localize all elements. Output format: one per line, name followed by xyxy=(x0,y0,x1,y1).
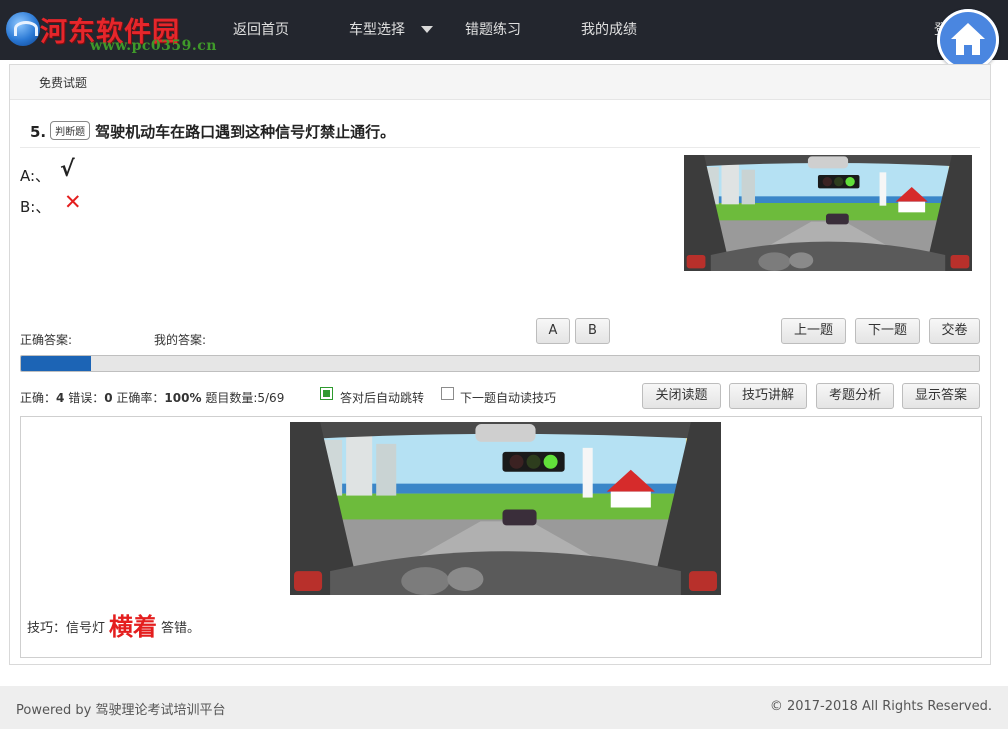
stat-count-label: 题目数量: xyxy=(205,391,258,405)
home-button[interactable] xyxy=(937,9,999,71)
choice-b-button[interactable]: B xyxy=(575,318,610,344)
submit-exam-button[interactable]: 交卷 xyxy=(929,318,980,344)
question-title: 5. 判断题 驾驶机动车在路口遇到这种信号灯禁止通行。 xyxy=(30,121,395,142)
panel-title: 免费试题 xyxy=(39,76,88,90)
explanation-image xyxy=(290,422,721,595)
nav-home-link[interactable]: 返回首页 xyxy=(233,0,289,60)
auto-read-tip-label[interactable]: 下一题自动读技巧 xyxy=(460,389,556,406)
progress-bar xyxy=(20,355,980,372)
score-stats: 正确：4 错误：0 正确率：100% 题目数量:5/69 xyxy=(20,389,284,406)
progress-fill xyxy=(21,356,91,371)
choice-a-button[interactable]: A xyxy=(536,318,570,344)
correct-answer-label: 正确答案: xyxy=(20,333,73,347)
logo-url: www.pc0359.cn xyxy=(90,38,217,54)
next-question-button[interactable]: 下一题 xyxy=(855,318,920,344)
chevron-down-icon[interactable] xyxy=(421,26,433,33)
show-answer-button[interactable]: 显示答案 xyxy=(902,383,980,409)
auto-jump-checkbox[interactable] xyxy=(320,387,333,400)
stat-wrong-label: 错误： xyxy=(68,391,105,405)
explanation-box: 技巧：信号灯 横着 答错。 xyxy=(20,416,982,658)
page-footer: Powered by 驾驶理论考试培训平台 © 2017-2018 All Ri… xyxy=(0,686,1008,729)
site-logo[interactable]: 河东软件园 www.pc0359.cn xyxy=(6,8,226,54)
option-b-label: B:、 xyxy=(20,198,51,216)
footer-powered-by: Powered by 驾驶理论考试培训平台 xyxy=(16,703,226,718)
stat-rate-label: 正确率： xyxy=(116,391,165,405)
exam-panel: 免费试题 5. 判断题 驾驶机动车在路口遇到这种信号灯禁止通行。 A:、 √ B:、… xyxy=(9,64,991,665)
nav-my-scores[interactable]: 我的成绩 xyxy=(581,0,637,60)
option-a[interactable]: A:、 √ xyxy=(20,157,75,186)
auto-read-tip-checkbox[interactable] xyxy=(441,387,454,400)
question-number: 5. xyxy=(30,123,47,141)
close-reading-button[interactable]: 关闭读题 xyxy=(642,383,721,409)
top-navbar: 河东软件园 www.pc0359.cn 返回首页 车型选择 错题练习 我的成绩 … xyxy=(0,0,1008,71)
stat-rate-value: 100% xyxy=(164,391,202,405)
stat-correct-label: 正确： xyxy=(20,391,57,405)
option-b[interactable]: B:、 ✕ xyxy=(20,190,82,217)
panel-header: 免费试题 xyxy=(10,65,990,100)
prev-question-button[interactable]: 上一题 xyxy=(781,318,846,344)
stat-wrong-value: 0 xyxy=(104,391,113,405)
tip-prefix: 技巧：信号灯 xyxy=(27,621,106,636)
option-a-label: A:、 xyxy=(20,167,51,185)
my-answer-label: 我的答案: xyxy=(154,333,207,347)
tip-text: 技巧：信号灯 横着 答错。 xyxy=(27,607,200,642)
footer-copyright: © 2017-2018 All Rights Reserved. xyxy=(769,699,992,714)
tip-suffix: 答错。 xyxy=(161,621,201,636)
cross-icon: ✕ xyxy=(64,190,82,214)
stat-count-value: 5/69 xyxy=(257,391,285,405)
stat-correct-value: 4 xyxy=(56,391,65,405)
divider xyxy=(20,147,980,148)
auto-jump-label[interactable]: 答对后自动跳转 xyxy=(340,389,424,406)
question-image xyxy=(684,155,972,271)
logo-globe-icon xyxy=(6,12,40,46)
tip-highlight: 横着 xyxy=(109,613,158,641)
question-text: 驾驶机动车在路口遇到这种信号灯禁止通行。 xyxy=(95,123,396,141)
tip-explain-button[interactable]: 技巧讲解 xyxy=(729,383,807,409)
question-type-badge: 判断题 xyxy=(50,121,91,140)
check-icon: √ xyxy=(60,157,75,182)
home-icon xyxy=(951,23,985,55)
question-analysis-button[interactable]: 考题分析 xyxy=(816,383,894,409)
nav-vehicle-select[interactable]: 车型选择 xyxy=(349,0,405,60)
nav-wrong-practice[interactable]: 错题练习 xyxy=(465,0,521,60)
